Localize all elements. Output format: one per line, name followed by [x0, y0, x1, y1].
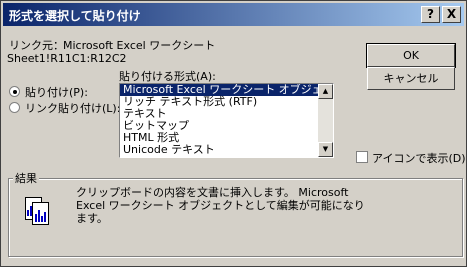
- cancel-button[interactable]: キャンセル: [367, 67, 455, 90]
- paste-link-radio-label[interactable]: リンク貼り付け(L):: [25, 100, 120, 116]
- paste-link-radio[interactable]: [9, 102, 20, 113]
- display-as-icon-checkbox[interactable]: [356, 151, 368, 163]
- source-range: Sheet1!R11C1:R12C2: [7, 52, 127, 65]
- paste-radio-label[interactable]: 貼り付け(P):: [25, 84, 88, 100]
- result-title: 結果: [13, 170, 39, 186]
- result-text-line2: Excel ワークシート オブジェクトとして編集が可能になり: [76, 199, 365, 212]
- result-text-line3: ます。: [76, 212, 108, 225]
- format-listbox[interactable]: Microsoft Excel ワークシート オブジェクト リッチ テキスト形式…: [119, 83, 334, 158]
- help-icon: ?: [427, 7, 434, 21]
- source-label: リンク元：: [9, 39, 64, 52]
- paste-object-icon: [25, 197, 49, 225]
- source-app: Microsoft Excel ワークシート: [63, 39, 216, 52]
- dialog-title: 形式を選択して貼り付け: [9, 9, 141, 23]
- scroll-down-icon[interactable]: ▼: [318, 142, 333, 157]
- paste-as-label: 貼り付ける形式(A):: [119, 70, 216, 83]
- ok-button[interactable]: OK: [366, 43, 456, 68]
- radio-dot-icon: [13, 90, 17, 94]
- close-icon: X: [446, 7, 457, 21]
- scroll-up-icon[interactable]: ▲: [318, 84, 333, 99]
- paste-radio[interactable]: [9, 86, 20, 97]
- help-button[interactable]: ?: [421, 6, 440, 23]
- format-item[interactable]: Unicode テキスト: [120, 144, 333, 156]
- close-button[interactable]: X: [442, 6, 461, 23]
- paste-special-dialog: 形式を選択して貼り付け ? X リンク元： Microsoft Excel ワー…: [0, 0, 467, 267]
- title-bar[interactable]: 形式を選択して貼り付け ? X: [3, 3, 464, 26]
- format-list-scrollbar[interactable]: ▲ ▼: [318, 84, 333, 157]
- display-as-icon-label[interactable]: アイコンで表示(D): [372, 150, 466, 166]
